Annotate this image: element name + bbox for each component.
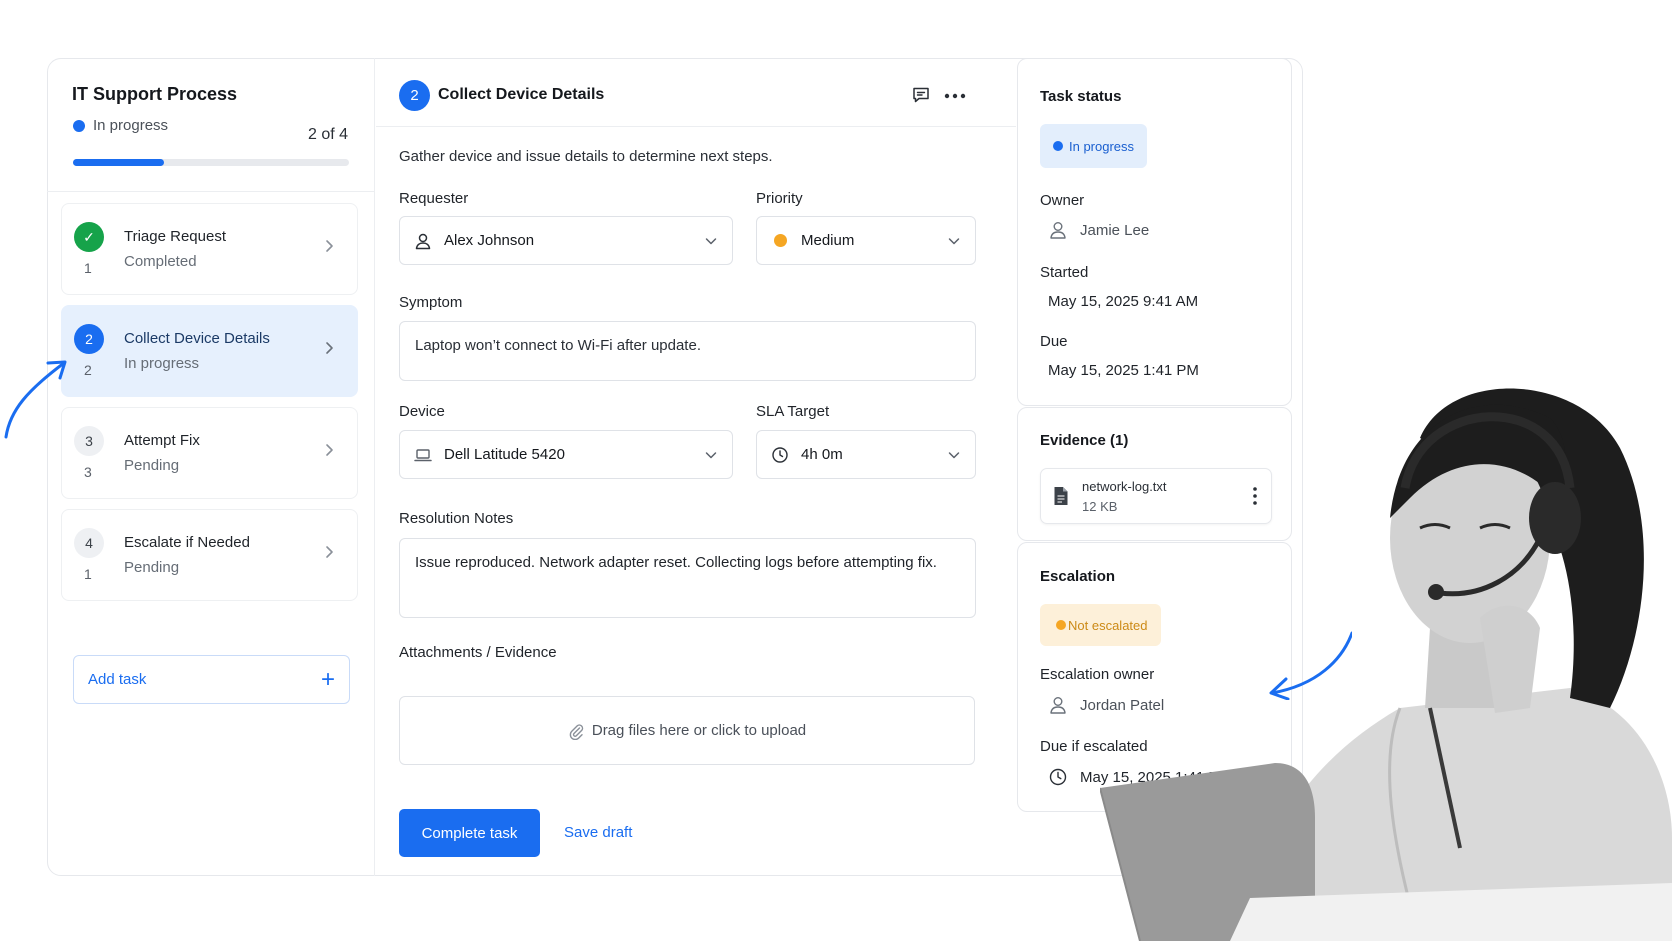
status-badge: In progress bbox=[1040, 124, 1148, 168]
sla-select[interactable]: 4h 0m bbox=[756, 430, 976, 479]
due-value: May 15, 2025 1:41 PM bbox=[1048, 362, 1199, 379]
task-status: Completed bbox=[124, 253, 197, 270]
chevron-down-icon bbox=[948, 237, 960, 244]
process-title: IT Support Process bbox=[72, 84, 238, 104]
task-number: 3 bbox=[84, 464, 92, 480]
more-horizontal-icon[interactable] bbox=[944, 93, 966, 99]
chevron-right-icon bbox=[326, 342, 333, 354]
chevron-down-icon bbox=[948, 451, 960, 458]
task-status: Pending bbox=[124, 457, 180, 474]
task-status: In progress bbox=[124, 355, 200, 372]
task-name: Attempt Fix bbox=[124, 432, 200, 449]
process-step-count: 2 of 4 bbox=[307, 126, 348, 143]
started-value: May 15, 2025 9:41 AM bbox=[1048, 293, 1199, 310]
support-agent-photo bbox=[1100, 388, 1672, 941]
status-dot-icon bbox=[73, 119, 85, 132]
requester-label: Requester bbox=[399, 190, 469, 207]
task-number: 2 bbox=[84, 362, 92, 378]
owner-value: Jamie Lee bbox=[1048, 220, 1149, 240]
requester-value: Alex Johnson bbox=[444, 232, 535, 249]
process-sidebar: IT Support Process In progress 2 of 4 ✓ … bbox=[47, 58, 375, 876]
device-label: Device bbox=[399, 403, 445, 420]
task-item-triage-request[interactable]: ✓ 1 Triage Request Completed bbox=[61, 203, 358, 295]
task-name: Collect Device Details bbox=[124, 330, 270, 347]
task-name: Triage Request bbox=[124, 228, 226, 245]
divider bbox=[376, 126, 1016, 127]
user-icon bbox=[1050, 697, 1066, 714]
user-icon bbox=[1050, 222, 1066, 239]
divider bbox=[47, 191, 374, 192]
task-item-escalate-if-needed[interactable]: 4 1 Escalate if Needed Pending bbox=[61, 509, 358, 601]
chevron-right-icon bbox=[326, 444, 333, 456]
status-dot-icon bbox=[1053, 141, 1063, 151]
owner-label: Owner bbox=[1040, 192, 1085, 209]
add-task-label: Add task bbox=[88, 671, 147, 688]
device-select[interactable]: Dell Latitude 5420 bbox=[399, 430, 733, 479]
chevron-down-icon bbox=[705, 451, 717, 458]
task-name: Escalate if Needed bbox=[124, 534, 250, 551]
task-badge: 2 bbox=[74, 324, 104, 354]
check-icon: ✓ bbox=[74, 222, 104, 252]
save-draft-link[interactable]: Save draft bbox=[564, 824, 632, 841]
attachments-label: Attachments / Evidence bbox=[399, 644, 557, 661]
status-badge-label: In progress bbox=[1069, 138, 1135, 154]
clock-icon bbox=[772, 446, 788, 463]
priority-value: Medium bbox=[801, 232, 855, 249]
task-status: Pending bbox=[124, 559, 180, 576]
task-number: 1 bbox=[84, 260, 92, 276]
requester-select[interactable]: Alex Johnson bbox=[399, 216, 733, 265]
process-status: In progress bbox=[73, 117, 168, 134]
status-dot-icon bbox=[1056, 620, 1066, 630]
task-detail-panel: 2 Collect Device Details Gather device a… bbox=[376, 58, 1016, 876]
chevron-right-icon bbox=[326, 240, 333, 252]
priority-label: Priority bbox=[756, 190, 803, 207]
file-upload-dropzone[interactable]: Drag files here or click to upload bbox=[399, 696, 975, 765]
upload-hint: Drag files here or click to upload bbox=[591, 722, 807, 739]
complete-task-button[interactable]: Complete task bbox=[399, 809, 540, 857]
device-value: Dell Latitude 5420 bbox=[444, 446, 565, 463]
user-icon bbox=[415, 233, 431, 249]
step-description: Gather device and issue details to deter… bbox=[399, 148, 773, 165]
sla-label: SLA Target bbox=[756, 403, 830, 420]
task-badge: 3 bbox=[74, 426, 104, 456]
step-title: Collect Device Details bbox=[438, 86, 605, 103]
task-item-collect-device-details[interactable]: 2 2 Collect Device Details In progress bbox=[61, 305, 358, 397]
symptom-label: Symptom bbox=[399, 294, 463, 311]
laptop-icon bbox=[414, 448, 432, 461]
task-number: 1 bbox=[84, 566, 92, 582]
task-item-attempt-fix[interactable]: 3 3 Attempt Fix Pending bbox=[61, 407, 358, 499]
task-status-heading: Task status bbox=[1040, 88, 1122, 105]
file-icon bbox=[1054, 487, 1068, 505]
process-progress-bar bbox=[73, 159, 349, 166]
resolution-notes-textarea[interactable]: Issue reproduced. Network adapter reset.… bbox=[399, 538, 976, 618]
plus-icon: + bbox=[320, 665, 335, 693]
task-badge: 4 bbox=[74, 528, 104, 558]
paperclip-icon bbox=[569, 723, 584, 740]
task-status-card: Task status In progress Owner Jamie Lee … bbox=[1017, 58, 1292, 406]
chevron-down-icon bbox=[705, 237, 717, 244]
priority-dot-icon bbox=[771, 232, 789, 250]
clock-icon bbox=[1049, 768, 1067, 786]
resolution-notes-label: Resolution Notes bbox=[399, 510, 514, 527]
owner-name: Jamie Lee bbox=[1080, 221, 1150, 239]
chevron-right-icon bbox=[326, 546, 333, 558]
symptom-textarea[interactable]: Laptop won’t connect to Wi-Fi after upda… bbox=[399, 321, 976, 381]
pointer-arrow-icon bbox=[4, 360, 67, 439]
started-label: Started bbox=[1040, 264, 1089, 281]
process-status-label: In progress bbox=[93, 117, 169, 134]
add-task-button[interactable]: Add task + bbox=[73, 655, 350, 704]
step-number-badge: 2 bbox=[399, 80, 430, 111]
process-progress-fill bbox=[73, 159, 165, 166]
priority-select[interactable]: Medium bbox=[756, 216, 976, 265]
comment-icon[interactable] bbox=[911, 85, 931, 105]
sla-value: 4h 0m bbox=[801, 446, 843, 463]
due-label: Due bbox=[1040, 333, 1068, 350]
